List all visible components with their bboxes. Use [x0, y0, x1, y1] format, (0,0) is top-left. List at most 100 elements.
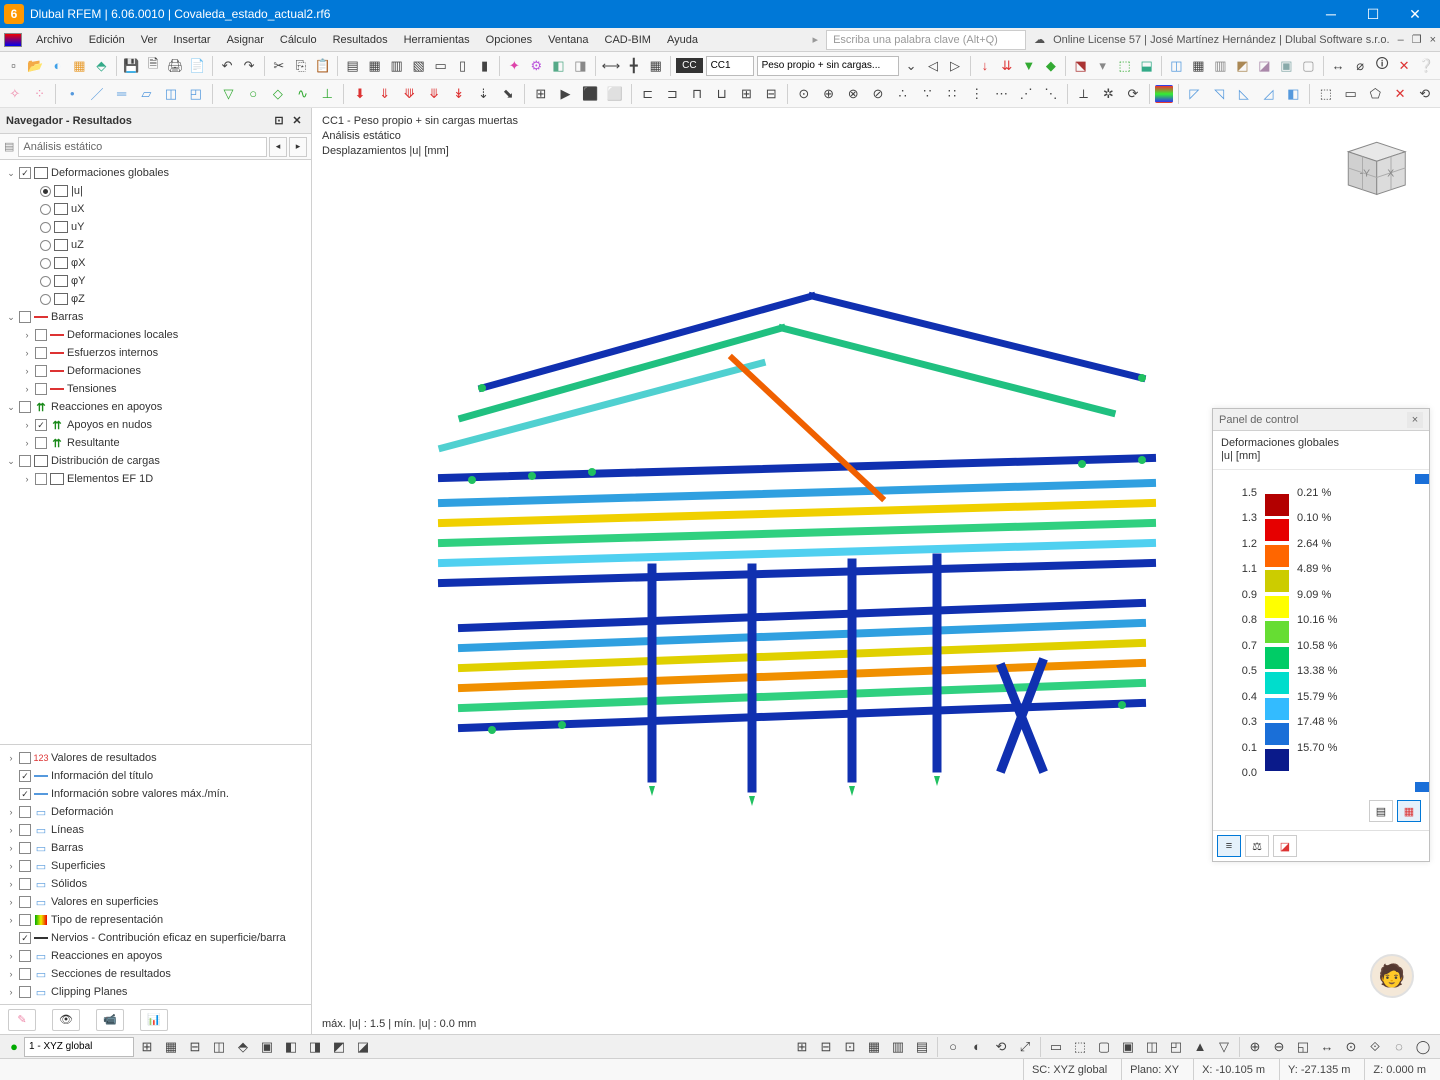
sb-r7[interactable]: ○	[942, 1036, 964, 1058]
hinge-icon[interactable]: ○	[242, 83, 264, 105]
nav-tab-results-icon[interactable]: 📊	[140, 1009, 168, 1031]
load-area-icon[interactable]: ▼	[1019, 55, 1038, 77]
view-select[interactable]	[24, 1037, 134, 1057]
sb-r3[interactable]: ⊡	[839, 1036, 861, 1058]
sel-rect-icon[interactable]: ▭	[1340, 83, 1362, 105]
cp-tool-apply-icon[interactable]: ▦	[1397, 800, 1421, 822]
sb-r12[interactable]: ⬚	[1069, 1036, 1091, 1058]
section-icon[interactable]: ⌀	[1351, 55, 1370, 77]
refresh-icon[interactable]: ⟲	[1414, 83, 1436, 105]
print-icon[interactable]: 🖨	[166, 55, 185, 77]
color-icon[interactable]	[1155, 85, 1173, 103]
beam4-icon[interactable]: ⊔	[711, 83, 733, 105]
cloud-open-icon[interactable]: ◐	[48, 55, 67, 77]
sb-i8[interactable]: ◨	[304, 1036, 326, 1058]
assistant-avatar[interactable]: 🧑	[1370, 954, 1414, 998]
mesh-icon[interactable]: ⊞	[530, 83, 552, 105]
radio-phiy[interactable]	[40, 276, 51, 287]
sb-i9[interactable]: ◩	[328, 1036, 350, 1058]
clip-icon[interactable]: ⬚	[1315, 83, 1337, 105]
iso2-icon[interactable]: ◹	[1208, 83, 1230, 105]
snap6-icon[interactable]: ∵	[917, 83, 939, 105]
sb-r24[interactable]: ⟐	[1364, 1036, 1386, 1058]
sb-i2[interactable]: ▦	[160, 1036, 182, 1058]
menu-ayuda[interactable]: Ayuda	[659, 31, 706, 49]
menu-insertar[interactable]: Insertar	[165, 31, 218, 49]
cp-tab-colors-icon[interactable]: ≡	[1217, 835, 1241, 857]
saveall-icon[interactable]: 🗎	[144, 55, 163, 77]
load4-icon[interactable]: ⤋	[423, 83, 445, 105]
app-icon[interactable]	[4, 33, 22, 47]
sb-r2[interactable]: ⊟	[815, 1036, 837, 1058]
beam-icon[interactable]: ⊏	[637, 83, 659, 105]
sb-r4[interactable]: ▦	[863, 1036, 885, 1058]
open-icon[interactable]: 📂	[26, 55, 45, 77]
grid2-icon[interactable]: ⁘	[29, 83, 51, 105]
tree-barras[interactable]: Barras	[51, 311, 83, 323]
table-icon[interactable]: ▤	[343, 55, 362, 77]
copy-icon[interactable]: ⎘	[291, 55, 310, 77]
snap4-icon[interactable]: ⊘	[867, 83, 889, 105]
line-icon[interactable]: ／	[86, 83, 108, 105]
radio-phiz[interactable]	[40, 294, 51, 305]
cp-tool-edit-icon[interactable]: ▤	[1369, 800, 1393, 822]
member-icon[interactable]: ═	[111, 83, 133, 105]
load1-icon[interactable]: ⬇	[349, 83, 371, 105]
result-tree[interactable]: ⌄✓Deformaciones globales |u| uX uY uZ φX…	[0, 160, 311, 744]
scale-max-slider[interactable]	[1415, 474, 1429, 484]
sb-r26[interactable]: ◯	[1412, 1036, 1434, 1058]
surface-icon[interactable]: ▱	[136, 83, 158, 105]
save-icon[interactable]: 💾	[122, 55, 141, 77]
snap5-icon[interactable]: ∴	[892, 83, 914, 105]
snap1-icon[interactable]: ⊙	[793, 83, 815, 105]
render4-icon[interactable]: ▢	[1299, 55, 1318, 77]
support-icon[interactable]: ▽	[218, 83, 240, 105]
sb-r18[interactable]: ▽	[1213, 1036, 1235, 1058]
next-icon[interactable]: ▸	[289, 137, 307, 157]
load5-icon[interactable]: ↡	[448, 83, 470, 105]
sb-r13[interactable]: ▢	[1093, 1036, 1115, 1058]
menu-herramientas[interactable]: Herramientas	[396, 31, 478, 49]
load-solid-icon[interactable]: ◆	[1041, 55, 1060, 77]
wand-icon[interactable]: ✦	[505, 55, 524, 77]
view-cube[interactable]: -Y X	[1334, 128, 1410, 204]
delete-icon[interactable]: ✕	[1395, 55, 1414, 77]
sb-i7[interactable]: ◧	[280, 1036, 302, 1058]
new-icon[interactable]: ▫	[4, 55, 23, 77]
menu-opciones[interactable]: Opciones	[478, 31, 540, 49]
load3-icon[interactable]: ⟱	[399, 83, 421, 105]
pin-icon[interactable]: ⊡	[271, 113, 287, 129]
keyword-search-input[interactable]: Escriba una palabra clave (Alt+Q)	[826, 30, 1026, 50]
radio-phix[interactable]	[40, 258, 51, 269]
wizard-icon[interactable]: ⚙	[527, 55, 546, 77]
radio-u[interactable]	[40, 186, 51, 197]
sb-i10[interactable]: ◪	[352, 1036, 374, 1058]
block-icon[interactable]: ▦	[70, 55, 89, 77]
grid-icon[interactable]: ▦	[646, 55, 665, 77]
dropdown-icon[interactable]: ⌄	[902, 55, 921, 77]
loadcase-id-select[interactable]	[706, 56, 754, 76]
mdi-close-icon[interactable]: ×	[1430, 34, 1436, 46]
sb-i4[interactable]: ◫	[208, 1036, 230, 1058]
sb-r11[interactable]: ▭	[1045, 1036, 1067, 1058]
view1-icon[interactable]: ◫	[1167, 55, 1186, 77]
snap8-icon[interactable]: ⋮	[966, 83, 988, 105]
beam5-icon[interactable]: ⊞	[736, 83, 758, 105]
sb-r19[interactable]: ⊕	[1244, 1036, 1266, 1058]
cp-tab-factors-icon[interactable]: ⚖	[1245, 835, 1269, 857]
table3-icon[interactable]: ▥	[387, 55, 406, 77]
polar-icon[interactable]: ✲	[1097, 83, 1119, 105]
snap10-icon[interactable]: ⋰	[1015, 83, 1037, 105]
minimize-button[interactable]: ─	[1310, 0, 1352, 28]
ortho-icon[interactable]: ⟂	[1073, 83, 1095, 105]
help-icon[interactable]: ❔	[1417, 55, 1436, 77]
redo-icon[interactable]: ↷	[240, 55, 259, 77]
radio-uy[interactable]	[40, 222, 51, 233]
sb-r10[interactable]: ⤢	[1014, 1036, 1036, 1058]
model-icon[interactable]: ⬘	[92, 55, 111, 77]
cards2-icon[interactable]: ▮	[475, 55, 494, 77]
render2-icon[interactable]: ◪	[1255, 55, 1274, 77]
xz-icon[interactable]: ⬔	[1071, 55, 1090, 77]
menu-edicion[interactable]: Edición	[81, 31, 133, 49]
result-icon[interactable]: ⬛	[579, 83, 601, 105]
